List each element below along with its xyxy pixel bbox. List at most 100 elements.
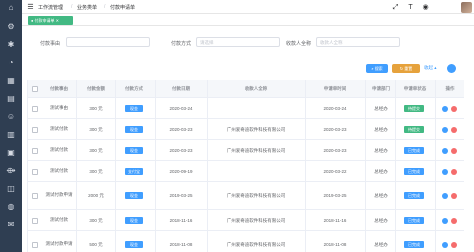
- search-button[interactable]: ⌕ 搜索: [366, 64, 388, 73]
- cell-date: 2018-11-08: [169, 242, 193, 247]
- payee-input[interactable]: 收款人全称: [316, 37, 400, 47]
- breadcrumb-item[interactable]: 工作流管理: [38, 4, 63, 11]
- chart-icon[interactable]: ▥: [6, 130, 16, 140]
- status-badge: 待提交: [404, 105, 424, 112]
- menu-fold-icon[interactable]: ☰: [26, 3, 35, 12]
- table-row[interactable]: 测试付款 300 元 现金 2020-03-23 广州爱奇迪软件科技有限公司 2020-0…: [28, 119, 464, 140]
- calendar-icon[interactable]: ▦: [6, 76, 16, 86]
- gear-icon[interactable]: ⚙: [6, 22, 16, 32]
- reason-input[interactable]: [66, 37, 150, 47]
- cell-dept: 总经办: [374, 169, 388, 174]
- table-row[interactable]: 测试付款 300 元 支付宝 2020-09-19 2020-03-22 总经办 已完成: [28, 161, 464, 182]
- edit-button[interactable]: [442, 106, 448, 112]
- edit-button[interactable]: [442, 193, 448, 199]
- method-tag: 现金: [125, 241, 143, 248]
- filter-label-payee: 收款人全称: [286, 41, 312, 47]
- delete-button[interactable]: [451, 127, 457, 133]
- row-checkbox[interactable]: [32, 218, 38, 224]
- header-status[interactable]: 申请单状态: [396, 86, 434, 92]
- text-size-icon[interactable]: T: [406, 3, 415, 12]
- pie-chart-icon[interactable]: ◔: [6, 58, 16, 68]
- delete-button[interactable]: [451, 218, 457, 224]
- header-apply-date[interactable]: 申请单时间: [306, 86, 364, 92]
- reset-button[interactable]: ↻ 重置: [392, 64, 420, 73]
- method-tag: 现金: [125, 147, 143, 154]
- header-reason[interactable]: 付款事由: [44, 86, 74, 92]
- edit-button[interactable]: [442, 148, 448, 154]
- table-row[interactable]: 测试付款申请 2000 元 现金 2019-03-25 广州爱奇迪软件科技有限公司 201…: [28, 182, 464, 210]
- fullscreen-icon[interactable]: ⤢: [391, 3, 400, 12]
- cell-apply-date: 2018-11-16: [323, 218, 347, 223]
- row-checkbox[interactable]: [32, 127, 38, 133]
- top-navbar: ☰ 工作流管理 / 业务类单 / 付款申请单 ⤢ T ◉ ▾: [22, 0, 474, 14]
- tags-view: ● 付款申请单 ✕: [22, 14, 474, 26]
- cell-date: 2019-03-25: [169, 193, 193, 198]
- row-checkbox[interactable]: [32, 148, 38, 154]
- header-date[interactable]: 付款日期: [156, 86, 206, 92]
- breadcrumb-item[interactable]: 业务类单: [77, 4, 97, 11]
- edit-button[interactable]: [442, 127, 448, 133]
- breadcrumb-separator: /: [71, 4, 73, 10]
- cell-dept: 总经办: [374, 106, 388, 111]
- settings-icon[interactable]: ✱: [6, 40, 16, 50]
- row-checkbox[interactable]: [32, 193, 38, 199]
- tab-payment-request[interactable]: ● 付款申请单 ✕: [28, 16, 73, 25]
- status-badge: 已完成: [404, 147, 424, 154]
- status-badge: 已完成: [404, 192, 424, 199]
- status-badge: 已完成: [404, 241, 424, 248]
- status-badge: 已完成: [404, 168, 424, 175]
- delete-button[interactable]: [451, 193, 457, 199]
- edit-button[interactable]: [442, 169, 448, 175]
- delete-button[interactable]: [451, 106, 457, 112]
- avatar[interactable]: [461, 2, 472, 13]
- github-icon[interactable]: ◉: [421, 3, 430, 12]
- edit-button[interactable]: [442, 242, 448, 248]
- select-all-checkbox[interactable]: [32, 86, 38, 92]
- cell-apply-date: 2020-03-24: [323, 106, 347, 111]
- header-amount[interactable]: 付款金额: [78, 86, 114, 92]
- users-icon[interactable]: ☺: [6, 112, 16, 122]
- table-row[interactable]: 测试事由 300 元 现金 2020-03-24 2020-03-24 总经办 待提交: [28, 98, 464, 119]
- book-icon[interactable]: ◫: [6, 184, 16, 194]
- delete-button[interactable]: [451, 169, 457, 175]
- workflow-icon[interactable]: ⟴: [6, 166, 16, 176]
- cell-payee: 广州爱奇迪软件科技有限公司: [226, 127, 286, 132]
- table-row[interactable]: 测试付款 300 元 现金 2018-11-16 广州爱奇迪软件科技有限公司 2018-1…: [28, 210, 464, 231]
- collapse-toggle[interactable]: 收起 ▴: [424, 65, 437, 71]
- cell-date: 2020-09-19: [169, 169, 193, 174]
- globe-icon[interactable]: ◍: [6, 202, 16, 212]
- breadcrumb-item: 付款申请单: [110, 5, 136, 11]
- cell-reason: 测试付款: [50, 217, 68, 222]
- table-row[interactable]: 测试付款申请 500 元 现金 2018-11-08 广州爱奇迪软件科技有限公司 2018…: [28, 231, 464, 252]
- cell-date: 2020-03-24: [169, 106, 193, 111]
- column-settings-icon[interactable]: [447, 64, 456, 73]
- grid-icon[interactable]: ▣: [6, 148, 16, 158]
- cell-reason: 测试付款: [50, 168, 68, 173]
- header-method[interactable]: 付款方式: [116, 86, 152, 92]
- row-checkbox[interactable]: [32, 169, 38, 175]
- header-dept[interactable]: 申请部门: [366, 86, 396, 92]
- cell-amount: 300 元: [89, 169, 103, 174]
- edit-button[interactable]: [442, 218, 448, 224]
- method-tag: 现金: [125, 126, 143, 133]
- row-checkbox[interactable]: [32, 242, 38, 248]
- message-icon[interactable]: ✉: [6, 220, 16, 230]
- cell-reason: 测试付款申请: [45, 241, 73, 246]
- method-tag: 支付宝: [125, 168, 143, 175]
- header-payee[interactable]: 收款人全称: [208, 86, 304, 92]
- status-badge: 已完成: [404, 217, 424, 224]
- delete-button[interactable]: [451, 148, 457, 154]
- cell-dept: 总经办: [374, 242, 388, 247]
- document-icon[interactable]: ▤: [6, 94, 16, 104]
- row-checkbox[interactable]: [32, 106, 38, 112]
- table-row[interactable]: 测试付款 300 元 现金 2020-03-23 广州爱奇迪软件科技有限公司 2020-0…: [28, 140, 464, 161]
- header-actions: 操作: [445, 86, 455, 91]
- cell-amount: 2000 元: [88, 193, 104, 198]
- cell-date: 2020-03-23: [169, 148, 193, 153]
- cell-date: 2020-03-23: [169, 127, 193, 132]
- cell-amount: 300 元: [89, 148, 103, 153]
- filter-label-method: 付款方式: [171, 41, 192, 47]
- method-select[interactable]: 请选择: [196, 37, 280, 47]
- delete-button[interactable]: [451, 242, 457, 248]
- home-icon[interactable]: ⌂: [6, 3, 16, 13]
